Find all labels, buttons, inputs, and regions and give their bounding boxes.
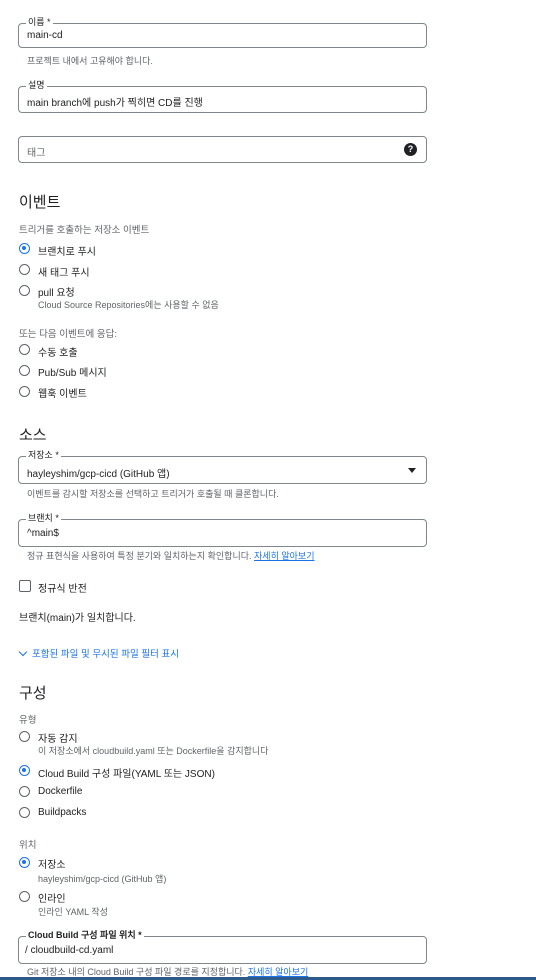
radio-manual-invoke-label: 수동 호출 [38, 348, 78, 359]
filter-toggle-label: 포함된 파일 및 무시된 파일 필터 표시 [32, 649, 179, 660]
name-field-value: main-cd [27, 30, 63, 41]
branch-helper-text: 정규 표현식을 사용하여 특정 분기와 일치하는지 확인합니다. [27, 551, 252, 561]
radio-pubsub[interactable] [19, 365, 30, 376]
description-field[interactable]: 설명 main branch에 push가 찍히면 CD를 진행 [18, 80, 427, 113]
radio-dockerfile-label: Dockerfile [38, 786, 83, 797]
repository-select-label: 저장소 * [26, 450, 61, 461]
description-field-value: main branch에 push가 찍히면 CD를 진행 [27, 98, 203, 109]
radio-pull-request[interactable] [19, 285, 30, 296]
invert-regex-checkbox[interactable] [19, 580, 31, 592]
repository-select-value: hayleyshim/gcp-cicd (GitHub 앱) [27, 469, 170, 480]
radio-location-repo-desc: hayleyshim/gcp-cicd (GitHub 앱) [38, 874, 167, 884]
radio-branch-push-label: 브랜치로 푸시 [38, 247, 96, 258]
source-title: 소스 [19, 427, 47, 444]
radio-dockerfile[interactable] [19, 786, 30, 797]
config-file-path: cloudbuild-cd.yaml [30, 945, 114, 956]
repository-helper: 이벤트를 감시할 저장소를 선택하고 트리거가 호출될 때 클론합니다. [27, 489, 279, 499]
radio-autodetect[interactable] [19, 731, 30, 742]
radio-buildpacks[interactable] [19, 807, 30, 818]
tag-field[interactable]: 태그 ? [18, 136, 427, 163]
filter-toggle[interactable]: 포함된 파일 및 무시된 파일 필터 표시 [18, 646, 179, 660]
radio-location-repo-label: 저장소 [38, 860, 66, 871]
radio-webhook[interactable] [19, 386, 30, 397]
events-respond-label: 또는 다음 이벤트에 응답: [19, 329, 117, 340]
branch-learn-more-link[interactable]: 자세히 알아보기 [254, 551, 314, 561]
repository-select[interactable]: 저장소 * hayleyshim/gcp-cicd (GitHub 앱) [18, 450, 427, 484]
branch-field-value: ^main$ [27, 528, 59, 539]
radio-webhook-label: 웹훅 이벤트 [38, 389, 87, 400]
name-field[interactable]: 이름 * main-cd [18, 17, 427, 48]
config-type-label: 유형 [19, 715, 37, 726]
radio-cloudbuild-config[interactable] [19, 765, 30, 776]
radio-manual-invoke[interactable] [19, 344, 30, 355]
branch-match-text: 브랜치(main)가 일치합니다. [19, 613, 136, 624]
config-file-label: Cloud Build 구성 파일 위치 * [26, 930, 144, 941]
branch-field[interactable]: 브랜치 * ^main$ [18, 513, 427, 547]
invert-regex-label: 정규식 반전 [38, 584, 87, 595]
config-file-prefix: / [25, 945, 28, 956]
radio-branch-push[interactable] [19, 243, 30, 254]
config-file-value: / cloudbuild-cd.yaml [25, 945, 113, 956]
config-file-learn-more-link[interactable]: 자세히 알아보기 [248, 967, 308, 977]
branch-field-label: 브랜치 * [26, 513, 61, 524]
dropdown-arrow-icon[interactable] [408, 468, 416, 473]
radio-location-repo[interactable] [19, 857, 30, 868]
radio-tag-push[interactable] [19, 264, 30, 275]
radio-autodetect-desc: 이 저장소에서 cloudbuild.yaml 또는 Dockerfile을 감… [38, 746, 269, 756]
radio-buildpacks-label: Buildpacks [38, 807, 87, 818]
config-file-field[interactable]: Cloud Build 구성 파일 위치 * / cloudbuild-cd.y… [18, 930, 427, 964]
radio-pull-request-label: pull 요청 [38, 288, 75, 299]
config-location-label: 위치 [19, 840, 37, 851]
radio-pull-request-desc: Cloud Source Repositories에는 사용할 수 없음 [38, 300, 219, 310]
name-field-helper: 프로젝트 내에서 고유해야 합니다. [27, 56, 153, 66]
help-icon[interactable]: ? [404, 143, 417, 156]
branch-helper: 정규 표현식을 사용하여 특정 분기와 일치하는지 확인합니다. 자세히 알아보… [27, 549, 315, 562]
radio-pubsub-label: Pub/Sub 메시지 [38, 368, 107, 379]
radio-cloudbuild-config-label: Cloud Build 구성 파일(YAML 또는 JSON) [38, 769, 215, 780]
name-field-label: 이름 * [26, 17, 53, 28]
radio-location-inline-label: 인라인 [38, 894, 66, 905]
chevron-down-icon [18, 647, 28, 657]
radio-location-inline-desc: 인라인 YAML 작성 [38, 907, 108, 917]
config-file-helper-text: Git 저장소 내의 Cloud Build 구성 파일 경로를 지정합니다. [27, 967, 246, 977]
description-field-label: 설명 [26, 80, 47, 91]
tag-field-placeholder: 태그 [27, 148, 46, 159]
config-title: 구성 [19, 685, 47, 702]
events-title: 이벤트 [19, 194, 61, 211]
radio-autodetect-label: 자동 감지 [38, 734, 78, 745]
events-trigger-label: 트리거를 호출하는 저장소 이벤트 [19, 225, 150, 236]
radio-location-inline[interactable] [19, 891, 30, 902]
radio-tag-push-label: 새 태그 푸시 [38, 268, 90, 279]
